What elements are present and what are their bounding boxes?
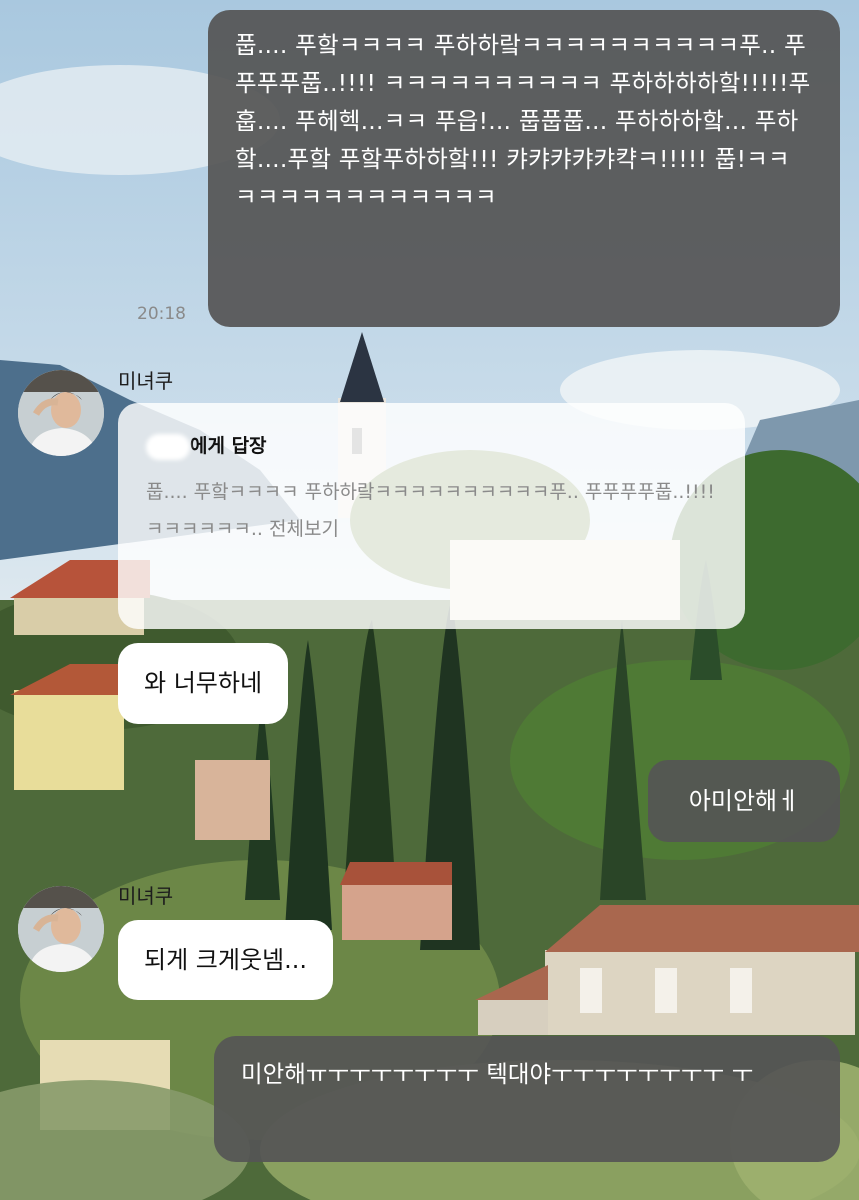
sender-name: 미녀쿠 — [118, 369, 174, 393]
message-text: 풉.... 푸핰ㅋㅋㅋㅋ 푸하하랔ㅋㅋㅋㅋㅋㅋㅋㅋㅋㅋ푸.. 푸푸푸푸풉..!!… — [235, 31, 811, 211]
message-text: 와 너무하네 — [144, 669, 263, 697]
avatar-photo-icon — [18, 370, 104, 456]
message-text: 아미안해ㅔ — [688, 787, 800, 815]
avatar-photo-icon — [18, 886, 104, 972]
outgoing-message-bubble[interactable]: 풉.... 푸핰ㅋㅋㅋㅋ 푸하하랔ㅋㅋㅋㅋㅋㅋㅋㅋㅋㅋ푸.. 푸푸푸푸풉..!!… — [208, 10, 840, 327]
reply-header: 에게 답장 — [146, 431, 717, 460]
reply-quote-card[interactable]: 에게 답장 풉.... 푸핰ㅋㅋㅋㅋ 푸하하랔ㅋㅋㅋㅋㅋㅋㅋㅋㅋㅋ푸.. 푸푸푸… — [118, 403, 745, 629]
message-text: 미안해ㅠㅜㅜㅜㅜㅜㅜㅜ 텍대야ㅜㅜㅜㅜㅜㅜㅜㅜ ㅜ — [241, 1060, 754, 1088]
sender-name: 미녀쿠 — [118, 884, 174, 908]
quoted-message: 풉.... 푸핰ㅋㅋㅋㅋ 푸하하랔ㅋㅋㅋㅋㅋㅋㅋㅋㅋㅋ푸.. 푸푸푸푸풉..!!… — [146, 480, 715, 540]
outgoing-message-bubble[interactable]: 아미안해ㅔ — [648, 760, 840, 842]
redacted-name — [146, 433, 190, 460]
sender-avatar[interactable] — [18, 370, 104, 456]
incoming-message-bubble[interactable]: 되게 크게웃넴... — [118, 920, 333, 1000]
message-text: 되게 크게웃넴... — [144, 946, 307, 974]
sender-avatar[interactable] — [18, 886, 104, 972]
reply-header-text: 에게 답장 — [190, 435, 267, 457]
outgoing-message-bubble[interactable]: 미안해ㅠㅜㅜㅜㅜㅜㅜㅜ 텍대야ㅜㅜㅜㅜㅜㅜㅜㅜ ㅜ — [214, 1036, 840, 1162]
message-timestamp: 20:18 — [137, 304, 186, 324]
view-all-link[interactable]: 전체보기 — [269, 518, 339, 540]
reply-quote-text: 풉.... 푸핰ㅋㅋㅋㅋ 푸하하랔ㅋㅋㅋㅋㅋㅋㅋㅋㅋㅋ푸.. 푸푸푸푸풉..!!… — [146, 474, 717, 548]
incoming-message-bubble[interactable]: 와 너무하네 — [118, 643, 289, 724]
